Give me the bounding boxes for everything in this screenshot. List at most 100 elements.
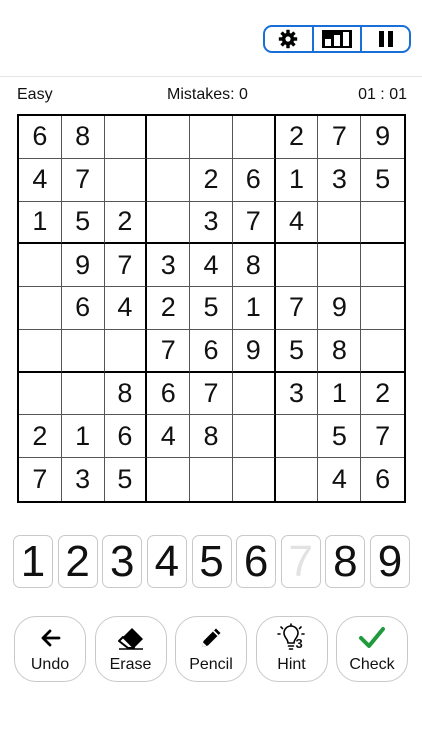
board-cell[interactable] xyxy=(190,458,233,501)
board-cell[interactable] xyxy=(232,415,276,459)
board-cell[interactable] xyxy=(275,244,319,288)
board-cell[interactable] xyxy=(19,287,62,330)
board-cell[interactable]: 7 xyxy=(318,116,362,159)
board-cell[interactable] xyxy=(147,158,191,202)
board-cell[interactable]: 4 xyxy=(147,415,191,459)
board-cell[interactable]: 5 xyxy=(190,287,233,330)
board-cell[interactable]: 7 xyxy=(190,372,233,416)
pause-icon xyxy=(378,31,393,47)
board-cell[interactable]: 4 xyxy=(19,158,62,202)
board-cell[interactable]: 4 xyxy=(190,244,233,288)
board-cell[interactable]: 9 xyxy=(361,116,404,159)
board-cell[interactable]: 6 xyxy=(19,116,62,159)
board-cell[interactable]: 6 xyxy=(147,372,191,416)
board-cell[interactable] xyxy=(190,116,233,159)
board-cell[interactable]: 1 xyxy=(232,287,276,330)
number-key-6[interactable]: 6 xyxy=(236,535,277,588)
board-cell[interactable]: 5 xyxy=(275,329,319,373)
board-cell[interactable]: 5 xyxy=(61,201,105,245)
check-button[interactable]: Check xyxy=(336,616,408,682)
number-key-9[interactable]: 9 xyxy=(370,535,410,588)
board-cell[interactable]: 3 xyxy=(275,372,319,416)
board-cell[interactable] xyxy=(361,330,404,373)
board-cell[interactable]: 9 xyxy=(232,329,276,373)
board-cell[interactable]: 7 xyxy=(232,201,276,245)
board-cell[interactable]: 9 xyxy=(61,244,105,288)
board-cell[interactable]: 1 xyxy=(275,158,319,202)
board-cell[interactable] xyxy=(104,158,148,202)
board-cell[interactable]: 1 xyxy=(19,201,62,245)
board-cell[interactable]: 5 xyxy=(105,458,148,501)
number-key-5[interactable]: 5 xyxy=(191,535,232,588)
eraser-icon xyxy=(117,628,143,650)
number-key-4[interactable]: 4 xyxy=(146,535,187,588)
board-cell[interactable]: 7 xyxy=(104,244,148,288)
board-cell[interactable]: 7 xyxy=(361,415,404,459)
board-cell[interactable] xyxy=(318,244,362,288)
board-cell[interactable] xyxy=(61,329,105,373)
board-cell[interactable]: 5 xyxy=(318,415,362,459)
board-cell[interactable] xyxy=(275,415,319,459)
board-cell[interactable] xyxy=(361,287,404,330)
header-divider xyxy=(0,76,422,77)
board-cell[interactable] xyxy=(318,201,362,245)
board-cell[interactable] xyxy=(104,116,148,159)
board-cell[interactable]: 8 xyxy=(232,244,276,288)
settings-button[interactable] xyxy=(265,27,312,51)
board-cell[interactable]: 1 xyxy=(318,372,362,416)
number-key-1[interactable]: 1 xyxy=(13,535,53,588)
board-cell[interactable]: 4 xyxy=(104,287,148,330)
board-cell[interactable] xyxy=(147,201,191,245)
board-cell[interactable] xyxy=(361,244,404,288)
board-cell[interactable]: 7 xyxy=(19,458,62,501)
board-cell[interactable]: 8 xyxy=(61,116,105,159)
board-cell[interactable]: 2 xyxy=(19,415,62,459)
board-cell[interactable]: 6 xyxy=(361,458,404,501)
number-key-2[interactable]: 2 xyxy=(57,535,98,588)
stats-button[interactable] xyxy=(311,27,361,51)
board-cell[interactable]: 3 xyxy=(62,458,105,501)
board-cell[interactable]: 8 xyxy=(104,372,148,416)
board-cell[interactable] xyxy=(361,202,404,245)
board-cell[interactable] xyxy=(19,244,62,288)
board-cell[interactable] xyxy=(232,116,276,159)
board-cell[interactable] xyxy=(61,372,105,416)
board-cell[interactable]: 7 xyxy=(147,329,191,373)
board-cell[interactable]: 1 xyxy=(61,415,105,459)
board-cell[interactable] xyxy=(233,458,276,501)
board-cell[interactable] xyxy=(147,458,191,501)
board-cell[interactable] xyxy=(147,116,191,159)
board-cell[interactable]: 6 xyxy=(190,329,233,373)
board-cell[interactable]: 4 xyxy=(275,201,319,245)
board-cell[interactable] xyxy=(19,329,62,373)
board-cell[interactable]: 6 xyxy=(104,415,148,459)
board-cell[interactable]: 6 xyxy=(61,287,105,330)
board-cell[interactable]: 4 xyxy=(318,458,362,501)
board-cell[interactable]: 2 xyxy=(147,287,191,330)
board-cell[interactable]: 2 xyxy=(190,158,233,202)
board-cell[interactable] xyxy=(232,372,276,416)
board-cell[interactable]: 5 xyxy=(361,159,404,202)
board-cell[interactable] xyxy=(19,372,62,416)
number-key-8[interactable]: 8 xyxy=(325,535,366,588)
board-cell[interactable]: 7 xyxy=(61,158,105,202)
board-cell[interactable] xyxy=(104,329,148,373)
board-cell[interactable]: 8 xyxy=(190,415,233,459)
board-cell[interactable]: 3 xyxy=(190,201,233,245)
undo-button[interactable]: Undo xyxy=(14,616,86,682)
pause-button[interactable] xyxy=(360,27,409,51)
board-cell[interactable]: 3 xyxy=(147,244,191,288)
hint-button[interactable]: 3 Hint xyxy=(255,616,328,682)
board-cell[interactable]: 2 xyxy=(361,373,404,416)
number-key-3[interactable]: 3 xyxy=(102,535,143,588)
board-cell[interactable] xyxy=(276,458,319,501)
board-cell[interactable]: 7 xyxy=(275,287,319,330)
erase-button[interactable]: Erase xyxy=(94,616,167,682)
board-cell[interactable]: 6 xyxy=(232,158,276,202)
board-cell[interactable]: 8 xyxy=(318,329,362,373)
board-cell[interactable]: 3 xyxy=(318,158,362,202)
pencil-button[interactable]: Pencil xyxy=(175,616,247,682)
board-cell[interactable]: 9 xyxy=(318,287,362,330)
board-cell[interactable]: 2 xyxy=(275,116,319,159)
board-cell[interactable]: 2 xyxy=(104,201,148,245)
